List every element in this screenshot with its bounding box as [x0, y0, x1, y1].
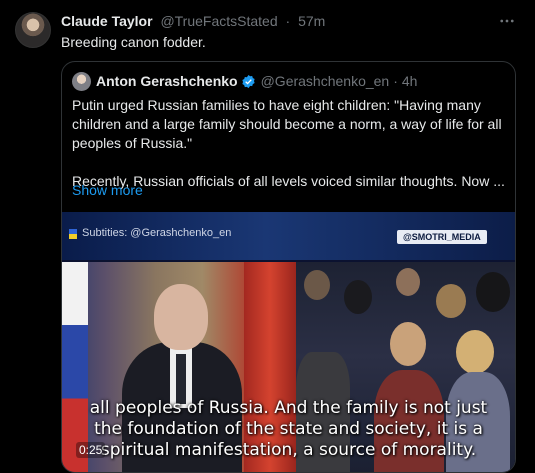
caption-line: all peoples of Russia. And the family is…	[89, 398, 488, 418]
more-options-icon	[500, 19, 514, 23]
ukraine-flag-icon	[69, 229, 77, 239]
video-timestamp: 0:25	[76, 442, 106, 458]
verified-badge-icon	[241, 74, 255, 88]
more-options-button[interactable]	[497, 11, 517, 31]
quoted-author-avatar[interactable]	[72, 72, 91, 91]
tweet-header: Claude Taylor @TrueFactsStated · 57m	[61, 13, 325, 29]
quoted-tweet-header: Anton Gerashchenko @Gerashchenko_en · 4h	[96, 73, 417, 89]
quoted-tweet-text: Putin urged Russian families to have eig…	[72, 96, 507, 191]
caption-line: the foundation of the state and society,…	[94, 419, 483, 439]
video-captions: all peoples of Russia. And the family is…	[62, 398, 515, 461]
separator-dot: ·	[285, 13, 291, 29]
tweet-time[interactable]: 57m	[298, 13, 325, 29]
subtitles-credit: Subtities: @Gerashchenko_en	[82, 227, 232, 239]
quoted-tweet-time[interactable]: 4h	[402, 73, 418, 89]
author-avatar[interactable]	[15, 12, 51, 48]
author-handle[interactable]: @TrueFactsStated	[160, 13, 277, 29]
caption-line: spiritual manifestation, a source of mor…	[100, 440, 477, 460]
video-player[interactable]: Subtities: @Gerashchenko_en @SMOTRI_MEDI…	[62, 212, 515, 472]
tweet-text: Breeding canon fodder.	[61, 34, 206, 50]
author-name[interactable]: Claude Taylor	[61, 13, 153, 29]
quoted-tweet[interactable]: Anton Gerashchenko @Gerashchenko_en · 4h…	[61, 61, 516, 473]
channel-tag: @SMOTRI_MEDIA	[397, 230, 487, 244]
show-more-link[interactable]: Show more	[72, 182, 143, 198]
quoted-author-name[interactable]: Anton Gerashchenko	[96, 73, 238, 89]
separator-dot: ·	[393, 73, 398, 89]
quoted-author-handle[interactable]: @Gerashchenko_en	[261, 73, 390, 89]
quoted-paragraph-1: Putin urged Russian families to have eig…	[72, 97, 502, 151]
